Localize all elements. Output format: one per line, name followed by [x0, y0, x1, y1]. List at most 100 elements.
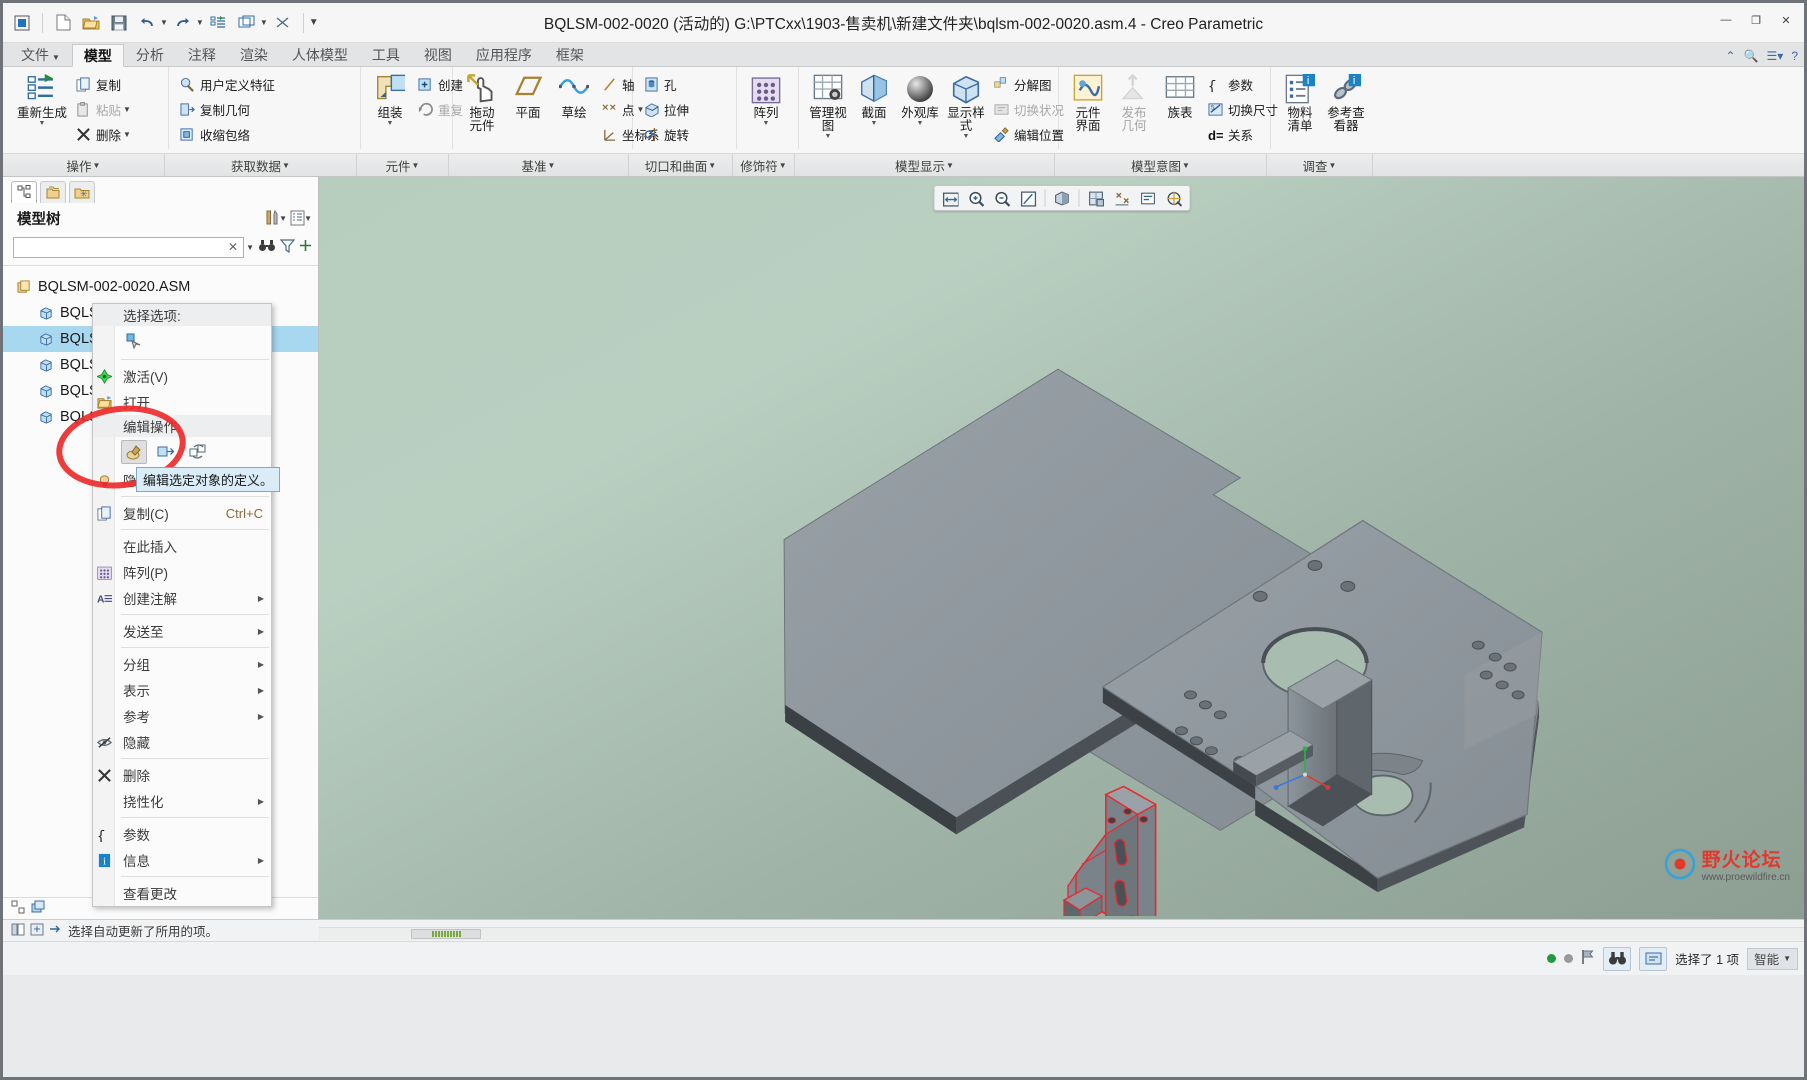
chevron-down-icon[interactable]: ▼ [708, 161, 716, 170]
minimize-ribbon-icon[interactable]: ⌃ [1726, 49, 1736, 63]
context-menu-item[interactable]: 分组 ▶ [93, 651, 271, 677]
filter-icon[interactable] [279, 238, 296, 256]
ribbon-group-label-8[interactable]: 调查 ▼ [1267, 154, 1373, 176]
close-window-icon[interactable] [270, 10, 296, 36]
tab-1[interactable]: 模型 [71, 44, 124, 67]
ribbon-item-copy-geometry-icon[interactable]: 复制几何 [175, 97, 279, 121]
minimize-button[interactable]: — [1716, 11, 1736, 29]
datum-display-filters-icon[interactable] [1109, 187, 1134, 209]
msg-arrow-icon[interactable] [49, 923, 62, 938]
tab-0[interactable]: 文件 ▼ [9, 43, 72, 66]
search-icon[interactable]: 🔍 [1744, 49, 1759, 63]
regenerate-icon[interactable] [206, 10, 232, 36]
customize-qat-icon[interactable]: ▼ [309, 17, 319, 28]
refit-icon[interactable] [937, 187, 962, 209]
ribbon-item-copy-icon[interactable]: 复制 [71, 72, 135, 96]
context-menu-item[interactable]: 打开 [93, 389, 271, 415]
ribbon-button-datum-plane-icon[interactable]: 平面 [505, 70, 551, 120]
chevron-down-icon[interactable]: ▼ [1783, 954, 1791, 963]
ribbon-group-label-0[interactable]: 操作 ▼ [3, 154, 165, 176]
undo-dropdown-caret[interactable]: ▼ [160, 18, 168, 27]
account-icon[interactable]: ☰▾ [1767, 49, 1784, 63]
chevron-down-icon[interactable]: ▼ [871, 120, 878, 127]
tab-9[interactable]: 框架 [544, 43, 596, 66]
folder-browser-tab[interactable] [40, 181, 66, 203]
annotation-display-icon[interactable] [1135, 187, 1160, 209]
search-input[interactable] [17, 239, 227, 255]
chevron-right-icon[interactable]: ▶ [258, 712, 264, 721]
redo-dropdown-caret[interactable]: ▼ [196, 18, 204, 27]
chevron-down-icon[interactable]: ▼ [763, 120, 770, 127]
chevron-down-icon[interactable]: ▼ [282, 161, 290, 170]
tab-8[interactable]: 应用程序 [464, 43, 544, 66]
maximize-button[interactable]: ❐ [1746, 11, 1766, 29]
redo-icon[interactable] [170, 10, 196, 36]
ribbon-button-component-interface-icon[interactable]: 元件 界面 [1065, 70, 1111, 133]
ribbon-group-label-7[interactable]: 模型意图 ▼ [1055, 154, 1267, 176]
chevron-right-icon[interactable]: ▶ [258, 594, 264, 603]
settings-tools-icon[interactable]: ▼ [264, 209, 287, 227]
tree-columns-icon[interactable]: ▼ [290, 210, 312, 226]
replace-icon[interactable] [185, 440, 211, 464]
context-menu-item[interactable]: 激活(V) [93, 363, 271, 389]
edit-definition-icon[interactable] [121, 440, 147, 464]
chevron-down-icon[interactable]: ▼ [946, 161, 954, 170]
ribbon-group-label-4[interactable]: 切口和曲面 ▼ [629, 154, 733, 176]
chevron-right-icon[interactable]: ▶ [258, 627, 264, 636]
tree-expand-icon[interactable] [11, 900, 25, 917]
repaint-icon[interactable] [1015, 187, 1040, 209]
select-box-icon[interactable] [121, 329, 147, 353]
selection-filter-icon[interactable] [1639, 946, 1668, 971]
context-menu-item[interactable]: 隐藏 [93, 729, 271, 755]
context-menu-item[interactable]: 查看更改 [93, 880, 271, 906]
saved-orientations-icon[interactable] [1083, 187, 1108, 209]
model-tree-tab[interactable] [11, 181, 37, 203]
tab-7[interactable]: 视图 [412, 43, 464, 66]
chevron-down-icon[interactable]: ▼ [825, 133, 832, 140]
context-menu-item[interactable]: 表示 ▶ [93, 677, 271, 703]
smart-filter-badge[interactable]: 智能 ▼ [1747, 947, 1798, 970]
window-switch-icon[interactable] [234, 10, 260, 36]
ribbon-button-family-table-icon[interactable]: 族表 [1157, 70, 1203, 120]
context-menu-item[interactable]: 挠性化 ▶ [93, 788, 271, 814]
chevron-down-icon[interactable]: ▼ [52, 53, 60, 62]
tree-layers-icon[interactable] [31, 900, 46, 917]
tab-2[interactable]: 分析 [124, 43, 176, 66]
ribbon-item-exploded-view-icon[interactable]: 分解图 [989, 72, 1068, 96]
ribbon-group-label-1[interactable]: 获取数据 ▼ [165, 154, 357, 176]
add-icon[interactable] [299, 239, 312, 255]
chevron-down-icon[interactable]: ▼ [779, 161, 787, 170]
ribbon-item-extrude-icon[interactable]: 拉伸 [639, 97, 693, 121]
close-button[interactable]: ✕ [1776, 11, 1796, 29]
open-folder-icon[interactable] [78, 10, 104, 36]
chevron-down-icon[interactable]: ▼ [123, 130, 131, 139]
context-menu[interactable]: 选择选项: 激活(V)打开 编辑操作: 隐含复制(C)Ctrl+C在此插入阵列(… [92, 303, 272, 907]
context-menu-item[interactable]: 复制(C) Ctrl+C [93, 500, 271, 526]
chevron-right-icon[interactable]: ▶ [258, 660, 264, 669]
tab-5[interactable]: 人体模型 [280, 43, 360, 66]
horizontal-scrollbar[interactable] [319, 927, 1804, 940]
chevron-down-icon[interactable]: ▼ [123, 105, 131, 114]
ribbon-group-label-5[interactable]: 修饰符 ▼ [733, 154, 795, 176]
ribbon-item-paste-icon[interactable]: 粘贴 ▼ [71, 97, 135, 121]
chevron-down-icon[interactable]: ▼ [93, 161, 101, 170]
ribbon-group-label-2[interactable]: 元件 ▼ [357, 154, 449, 176]
find-binoculars-icon[interactable] [258, 239, 276, 256]
ribbon-button-reference-viewer-icon[interactable]: i 参考查 看器 [1323, 70, 1369, 133]
chevron-down-icon[interactable]: ▼ [548, 161, 556, 170]
context-menu-item[interactable]: { } 参数 [93, 821, 271, 847]
ribbon-item-edit-position-icon[interactable]: 编辑位置 [989, 122, 1068, 146]
context-menu-item[interactable]: 发送至 ▶ [93, 618, 271, 644]
chevron-down-icon[interactable]: ▼ [387, 120, 394, 127]
context-menu-item[interactable]: A 创建注解 ▶ [93, 585, 271, 611]
ribbon-button-manage-views-icon[interactable]: 管理视图 ▼ [805, 70, 851, 140]
search-dropdown-caret[interactable]: ▼ [246, 243, 254, 252]
flag-icon[interactable] [1581, 949, 1595, 968]
graphics-window[interactable]: 野火论坛 www.proewildfire.cn [319, 177, 1804, 919]
tree-node[interactable]: BQLSM-002-0020.ASM [3, 274, 318, 300]
ribbon-button-sketch-icon[interactable]: 草绘 [551, 70, 597, 120]
chevron-down-icon[interactable]: ▼ [963, 133, 970, 140]
tab-3[interactable]: 注释 [176, 43, 228, 66]
new-file-icon[interactable] [50, 10, 76, 36]
ribbon-button-drag-component-icon[interactable]: 拖动 元件 [459, 70, 505, 133]
